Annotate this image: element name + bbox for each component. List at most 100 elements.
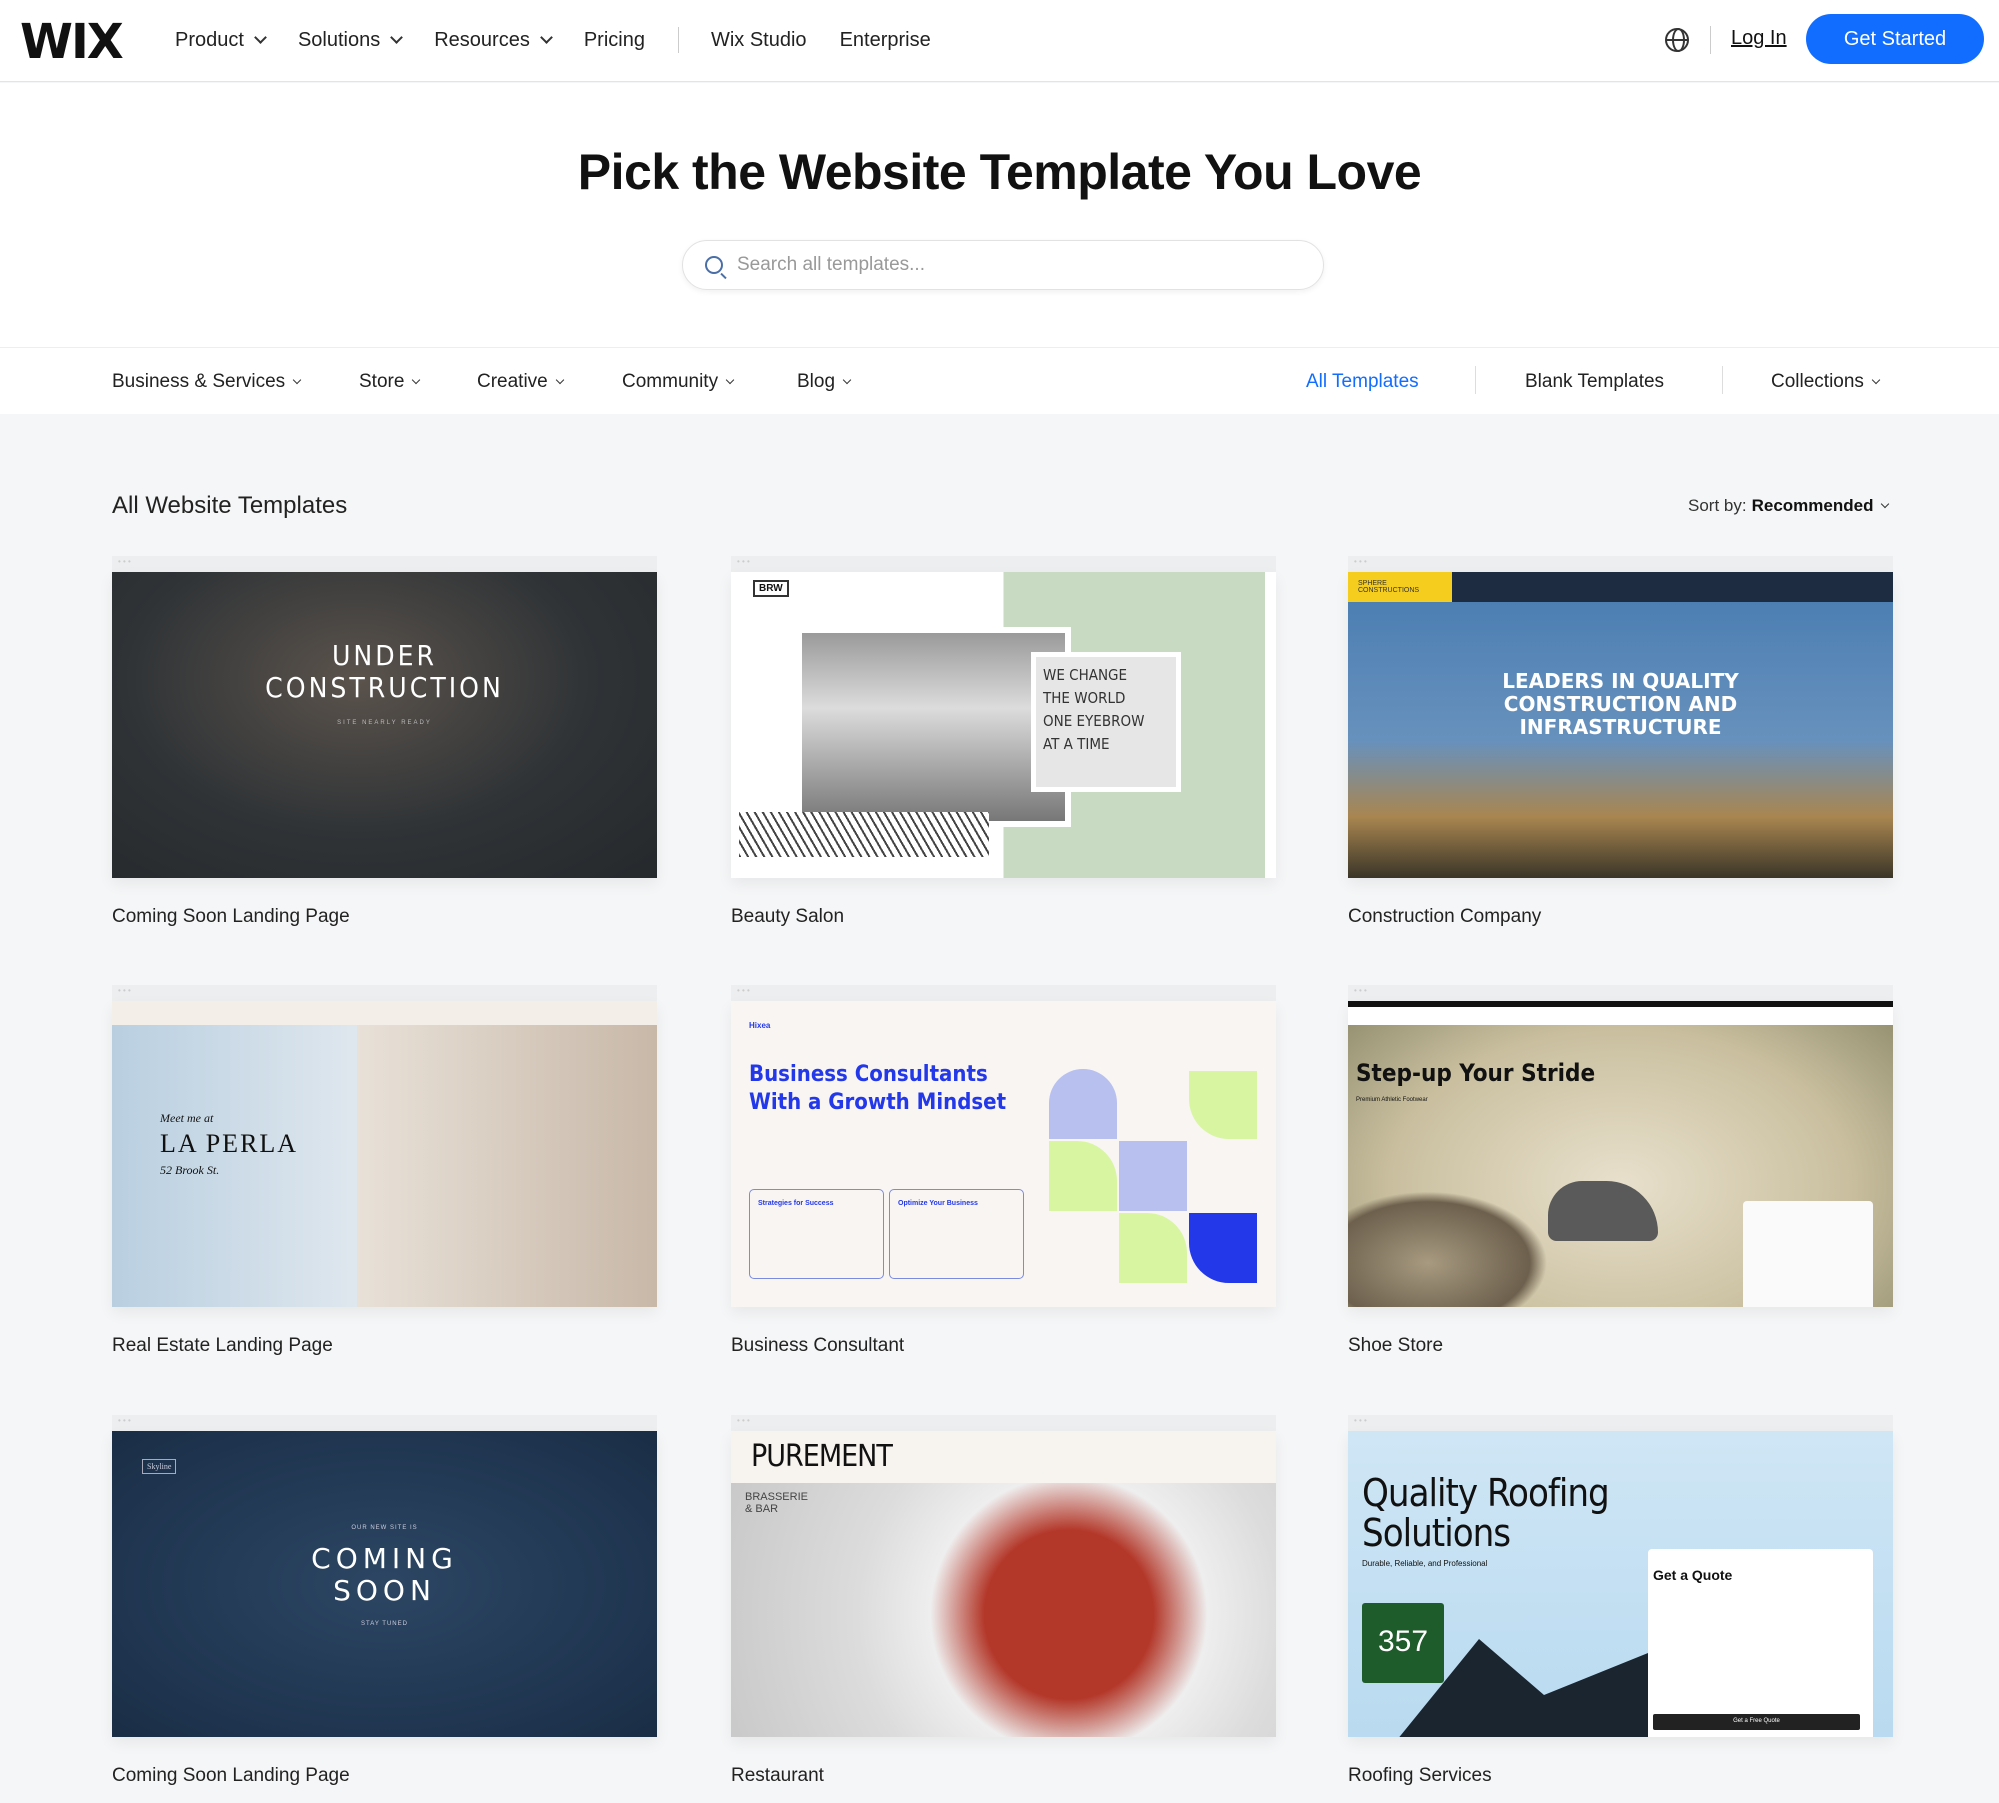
- template-card[interactable]: Step-up Your Stride Premium Athletic Foot…: [1348, 985, 1893, 1356]
- thumbnail-shape: [796, 627, 1071, 827]
- divider: [1475, 366, 1476, 394]
- template-card[interactable]: BRW WE CHANGE THE WORLD ONE EYEBROW AT A …: [731, 556, 1276, 927]
- template-name[interactable]: Shoe Store: [1348, 1335, 1443, 1357]
- thumbnail-logo: SPHERE CONSTRUCTIONS: [1348, 572, 1452, 602]
- chevron-down-icon: [842, 375, 852, 385]
- template-thumbnail[interactable]: SPHERE CONSTRUCTIONS LEADERS IN QUALITY C…: [1348, 572, 1893, 878]
- template-card[interactable]: Meet me at LA PERLA 52 Brook St. Real Estat…: [112, 985, 657, 1356]
- chevron-down-icon: [254, 31, 267, 44]
- nav-label: Solutions: [297, 28, 381, 51]
- thumbnail-kicker: OUR NEW SITE IS: [351, 1525, 418, 1531]
- filter-store[interactable]: Store: [359, 371, 421, 393]
- browser-bar: [112, 1415, 657, 1431]
- chevron-down-icon: [1881, 499, 1890, 509]
- browser-bar: [731, 1415, 1276, 1431]
- sort-value: Recommended: [1751, 496, 1874, 515]
- hero: Pick the Website Template You Love: [0, 83, 1999, 347]
- browser-bar: [1348, 556, 1893, 572]
- filter-label: Collections: [1771, 371, 1864, 392]
- thumbnail-cards-0: Strategies for Success: [749, 1189, 884, 1279]
- login-link[interactable]: Log In: [1731, 27, 1787, 50]
- thumbnail-sub: BRASSERIE & BAR: [745, 1491, 808, 1515]
- thumbnail-logo: Skyline: [142, 1459, 177, 1474]
- template-name[interactable]: Real Estate Landing Page: [112, 1335, 333, 1357]
- thumbnail-shape: [739, 812, 989, 857]
- template-thumbnail[interactable]: UNDER CONSTRUCTION SITE NEARLY READY: [112, 572, 657, 878]
- get-started-button[interactable]: Get Started: [1806, 14, 1984, 64]
- thumbnail-shape: [1049, 1069, 1117, 1139]
- template-card[interactable]: Skyline OUR NEW SITE IS COMING SOON STAY TU…: [112, 1415, 657, 1786]
- divider: [1722, 366, 1723, 394]
- thumbnail-kicker: Meet me at: [160, 1111, 214, 1125]
- template-name[interactable]: Business Consultant: [731, 1335, 904, 1357]
- template-card[interactable]: Quality Roofing Solutions Durable, Reliab…: [1348, 1415, 1893, 1786]
- template-thumbnail[interactable]: Skyline OUR NEW SITE IS COMING SOON STAY TU…: [112, 1431, 657, 1737]
- template-thumbnail[interactable]: Quality Roofing Solutions Durable, Reliab…: [1348, 1431, 1893, 1737]
- tab-blank-templates[interactable]: Blank Templates: [1525, 371, 1664, 393]
- thumbnail-logo: BRW: [753, 580, 789, 597]
- filter-creative[interactable]: Creative: [477, 371, 564, 393]
- nav-product[interactable]: Product: [175, 29, 267, 52]
- nav-enterprise[interactable]: Enterprise: [840, 29, 931, 52]
- filter-label: Business & Services: [112, 371, 286, 392]
- template-name[interactable]: Coming Soon Landing Page: [112, 1765, 350, 1787]
- thumbnail-shape: [1189, 1071, 1257, 1139]
- sort-dropdown[interactable]: Sort by: Recommended: [1688, 496, 1890, 516]
- nav-wix-studio[interactable]: Wix Studio: [711, 29, 807, 52]
- template-card[interactable]: UNDER CONSTRUCTION SITE NEARLY READY Comin…: [112, 556, 657, 927]
- search-icon: [705, 256, 723, 274]
- template-thumbnail[interactable]: Meet me at LA PERLA 52 Brook St.: [112, 1001, 657, 1307]
- search-box[interactable]: [682, 240, 1324, 290]
- chevron-down-icon: [390, 31, 404, 44]
- thumbnail-headline: Step-up Your Stride: [1356, 1059, 1596, 1087]
- filter-community[interactable]: Community: [622, 371, 735, 393]
- thumbnail-headline: Quality Roofing Solutions: [1362, 1471, 1610, 1555]
- template-thumbnail[interactable]: Step-up Your Stride Premium Athletic Foot…: [1348, 1001, 1893, 1307]
- template-card[interactable]: SPHERE CONSTRUCTIONS LEADERS IN QUALITY C…: [1348, 556, 1893, 927]
- search-input[interactable]: [737, 254, 1257, 276]
- thumbnail-shape: [1743, 1201, 1873, 1307]
- filter-business-services[interactable]: Business & Services: [112, 371, 302, 393]
- tab-all-templates[interactable]: All Templates: [1306, 371, 1419, 393]
- category-filter-bar: Business & Services Store Creative Commu…: [0, 347, 1999, 414]
- template-name[interactable]: Restaurant: [731, 1765, 824, 1787]
- chevron-down-icon: [539, 31, 553, 44]
- sort-label: Sort by:: [1688, 496, 1747, 515]
- template-card[interactable]: PUREMENT BRASSERIE & BAR Restaurant: [731, 1415, 1276, 1786]
- nav-pricing[interactable]: Pricing: [584, 29, 645, 52]
- template-name[interactable]: Beauty Salon: [731, 906, 844, 928]
- template-thumbnail[interactable]: BRW WE CHANGE THE WORLD ONE EYEBROW AT A …: [731, 572, 1276, 878]
- filter-blog[interactable]: Blog: [797, 371, 852, 393]
- wix-logo[interactable]: WIX: [20, 14, 124, 70]
- thumbnail-headline: WE CHANGE THE WORLD ONE EYEBROW AT A TIM…: [1043, 666, 1145, 753]
- template-thumbnail[interactable]: Hixea Business Consultants With a Growth …: [731, 1001, 1276, 1307]
- template-card[interactable]: Hixea Business Consultants With a Growth …: [731, 985, 1276, 1356]
- section-title: All Website Templates: [112, 492, 348, 519]
- nav-resources[interactable]: Resources: [434, 28, 553, 52]
- thumbnail-badge: 357: [1362, 1603, 1444, 1683]
- template-thumbnail[interactable]: PUREMENT BRASSERIE & BAR: [731, 1431, 1276, 1737]
- browser-bar: [112, 985, 657, 1001]
- thumbnail-logo: Hixea: [749, 1021, 771, 1030]
- chevron-down-icon: [555, 375, 564, 385]
- template-name[interactable]: Coming Soon Landing Page: [112, 906, 350, 928]
- thumbnail-sub: SITE NEARLY READY: [337, 720, 432, 726]
- tab-collections[interactable]: Collections: [1771, 371, 1881, 393]
- thumbnail-sub: 52 Brook St.: [160, 1163, 220, 1177]
- browser-bar: [1348, 1415, 1893, 1431]
- page-title: Pick the Website Template You Love: [577, 144, 1422, 200]
- thumbnail-sub: Durable, Reliable, and Professional: [1362, 1559, 1488, 1568]
- nav-solutions[interactable]: Solutions: [297, 28, 404, 52]
- thumbnail-cards-1: Optimize Your Business: [889, 1189, 1024, 1279]
- browser-bar: [1348, 985, 1893, 1001]
- template-name[interactable]: Construction Company: [1348, 906, 1541, 928]
- filter-label: Blog: [797, 371, 836, 392]
- browser-bar: [112, 556, 657, 572]
- top-nav-bar: WIX Product Solutions Resources Pricing …: [0, 0, 1999, 82]
- thumbnail-headline: UNDER CONSTRUCTION: [265, 639, 504, 704]
- globe-icon[interactable]: [1665, 28, 1689, 52]
- template-name[interactable]: Roofing Services: [1348, 1765, 1492, 1787]
- thumbnail-sub: Premium Athletic Footwear: [1356, 1097, 1428, 1103]
- nav-label: Resources: [434, 28, 530, 51]
- chevron-down-icon: [292, 375, 302, 385]
